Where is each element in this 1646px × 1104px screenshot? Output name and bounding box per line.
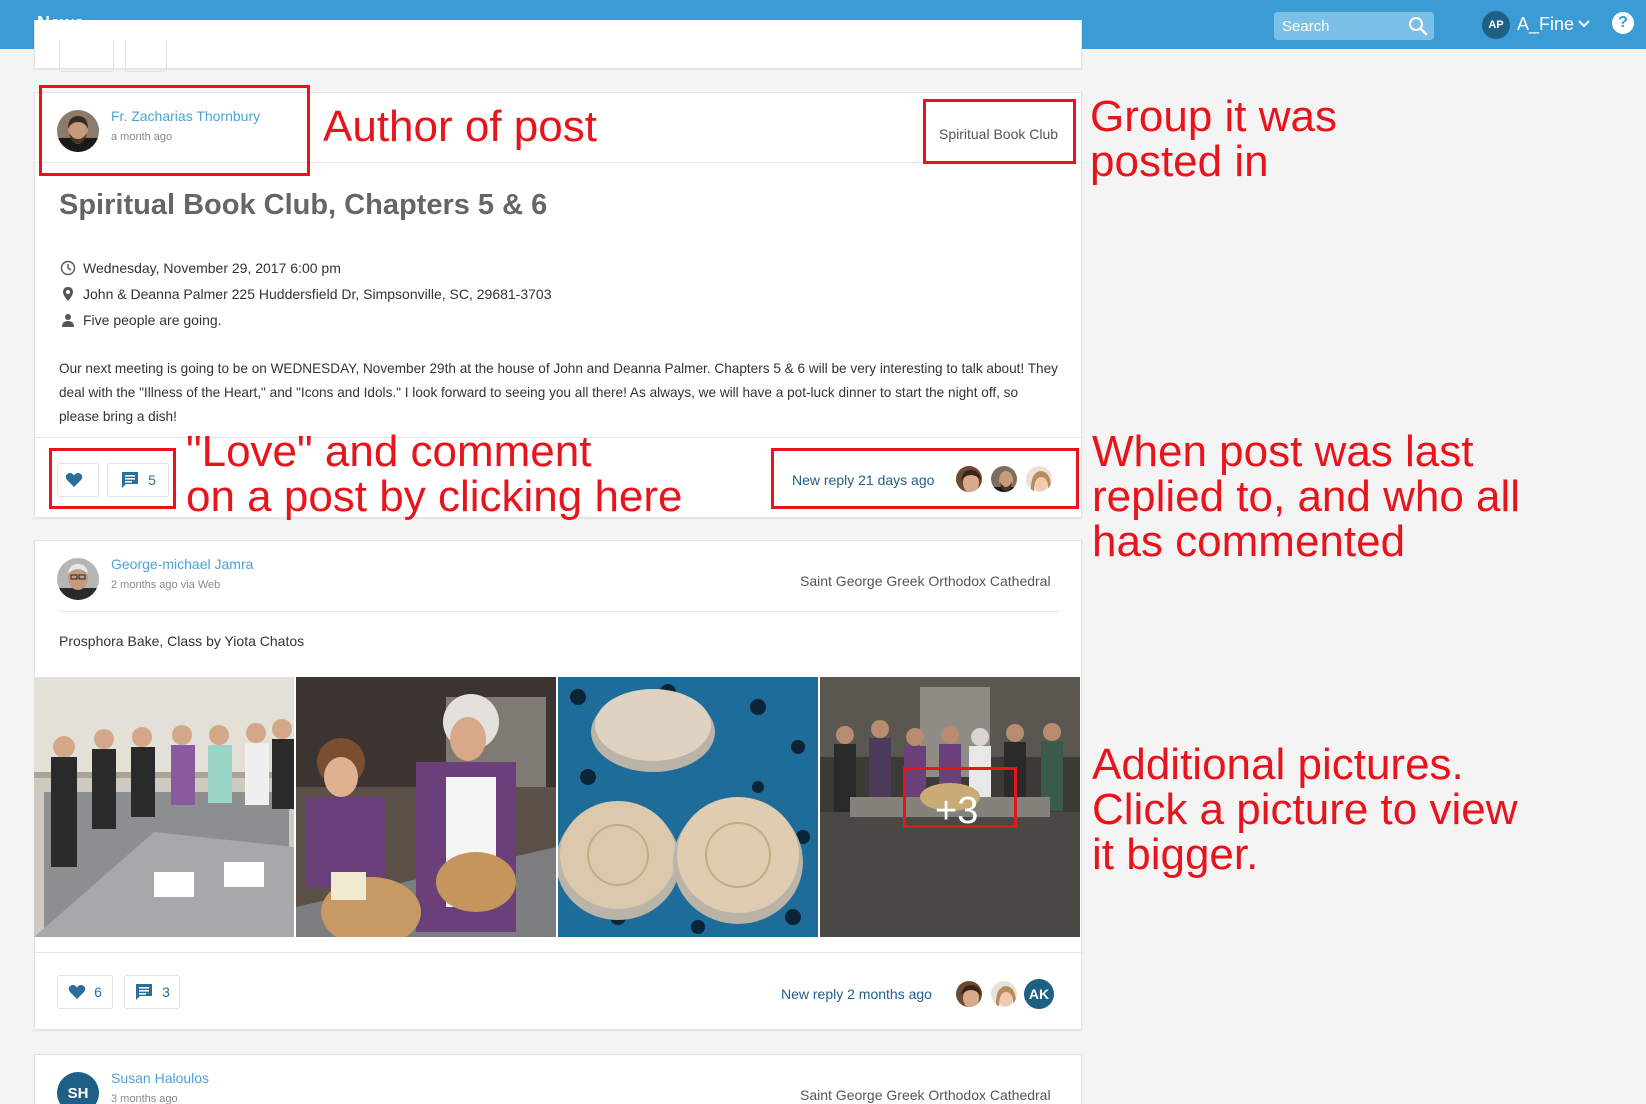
comment-icon [136,984,153,1000]
comment-button[interactable]: 3 [124,975,180,1009]
annotation-box-author [39,85,310,176]
post-body: Our next meeting is going to be on WEDNE… [59,361,1058,424]
event-attendance-text[interactable]: Five people are going. [83,312,222,328]
map-pin-icon [63,287,73,301]
search-icon[interactable] [1408,16,1428,36]
clock-icon [60,260,76,276]
love-count: 6 [94,984,102,1000]
group-name[interactable]: Saint George Greek Orthodox Cathedral [800,573,1051,589]
annotation-box-group [923,99,1076,164]
author-avatar[interactable] [57,558,99,600]
love-button[interactable] [59,40,114,72]
group-name[interactable]: Saint George Greek Orthodox Cathedral [800,1087,1051,1103]
post-time: 3 months ago [111,1093,178,1104]
post-card: SH Susan Haloulos 3 months ago Saint Geo… [34,1054,1082,1104]
post-photo[interactable] [558,677,818,937]
help-icon[interactable]: ? [1612,12,1634,34]
person-icon [62,314,74,327]
last-reply-text[interactable]: New reply 2 months ago [781,986,932,1002]
event-datetime: Wednesday, November 29, 2017 6:00 pm [59,260,341,276]
chevron-down-icon[interactable] [1578,19,1590,29]
author-name[interactable]: George-michael Jamra [111,556,253,572]
love-button[interactable]: 6 [57,975,113,1009]
annotation-group: Group it was posted in [1090,92,1337,186]
user-name[interactable]: A_Fine [1517,14,1574,35]
post-title[interactable]: Spiritual Book Club, Chapters 5 & 6 [59,189,547,222]
annotation-box-love [49,448,176,509]
comment-button[interactable] [125,40,167,72]
user-avatar[interactable]: AP [1482,11,1510,39]
header-divider [59,611,1059,612]
event-attendance: Five people are going. [59,312,222,328]
event-datetime-text: Wednesday, November 29, 2017 6:00 pm [83,260,341,276]
post-text: Prosphora Bake, Class by Yiota Chatos [59,633,305,649]
footer-divider [35,952,1083,953]
post-photo[interactable] [296,677,556,937]
post-time: 2 months ago via Web [111,579,221,591]
event-location: John & Deanna Palmer 225 Huddersfield Dr… [59,286,552,302]
previous-post-card [34,20,1082,72]
annotation-author: Author of post [323,102,597,151]
commenter-avatar[interactable]: AK [1024,979,1054,1009]
annotation-reply: When post was last replied to, and who a… [1092,427,1521,566]
annotation-love: "Love" and comment on a post by clicking… [186,427,683,521]
annotation-box-reply [771,448,1079,509]
author-avatar[interactable]: SH [57,1072,99,1104]
heart-icon [68,985,86,999]
event-location-text[interactable]: John & Deanna Palmer 225 Huddersfield Dr… [83,286,552,302]
search-box[interactable] [1274,12,1434,40]
author-name[interactable]: Susan Haloulos [111,1070,209,1086]
annotation-pictures: Additional pictures. Click a picture to … [1092,740,1518,879]
post-photo[interactable] [34,677,294,937]
annotation-box-pictures [903,767,1017,828]
commenter-avatar[interactable] [954,979,984,1009]
commenter-avatar[interactable] [989,979,1019,1009]
comment-count: 3 [162,984,170,1000]
